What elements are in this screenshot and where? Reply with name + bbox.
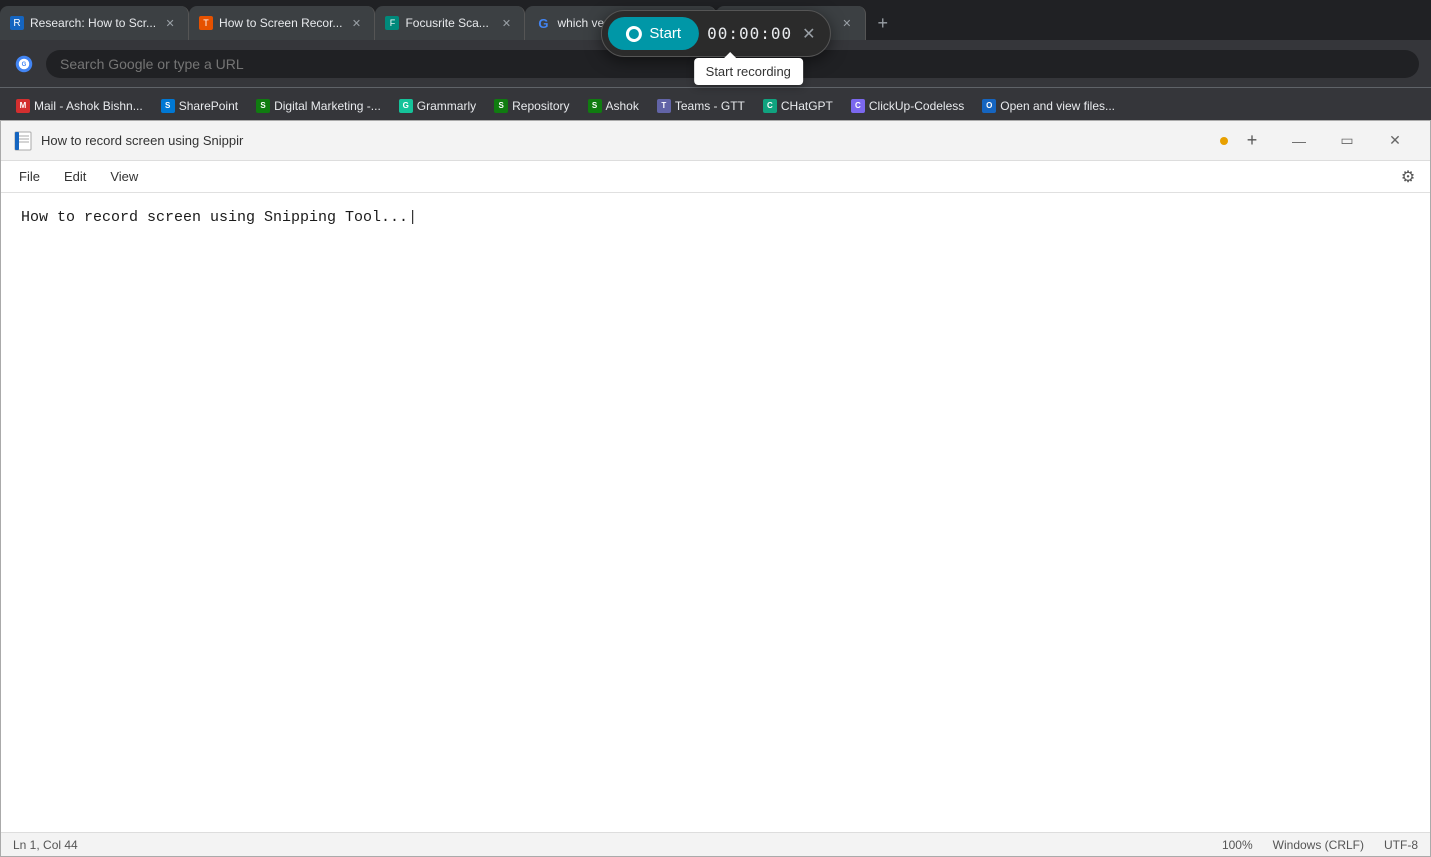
bookmark-grammarly[interactable]: G Grammarly [391, 95, 484, 117]
notepad-menu: File Edit View ⚙ [1, 161, 1430, 193]
tab-close-2[interactable]: ✕ [348, 15, 364, 31]
window-controls: — ▭ ✕ [1276, 125, 1418, 157]
notepad-add-tab-button[interactable]: + [1236, 125, 1268, 157]
browser-window: R Research: How to Scr... ✕ T How to Scr… [0, 0, 1431, 857]
bookmark-icon-dm: S [256, 99, 270, 113]
bookmark-label-mail: Mail - Ashok Bishn... [34, 99, 143, 113]
bookmark-digital-marketing[interactable]: S Digital Marketing -... [248, 95, 389, 117]
notepad-app-icon [13, 131, 33, 151]
bookmark-label-ashok: Ashok [606, 99, 639, 113]
zoom-level: 100% [1222, 838, 1253, 852]
maximize-button[interactable]: ▭ [1324, 125, 1370, 157]
recording-timer: 00:00:00 [707, 24, 792, 43]
bookmark-label-repo: Repository [512, 99, 569, 113]
line-ending: Windows (CRLF) [1273, 838, 1364, 852]
start-label: Start [649, 25, 681, 42]
bookmark-teams[interactable]: T Teams - GTT [649, 95, 753, 117]
record-dot-icon [625, 26, 641, 42]
tab-favicon-2: T [199, 16, 213, 30]
settings-button[interactable]: ⚙ [1394, 163, 1422, 191]
notepad-titlebar: How to record screen using Snippir + — ▭… [1, 121, 1430, 161]
tab-favicon-3: F [385, 16, 399, 30]
start-recording-tooltip: Start recording [694, 58, 803, 85]
bookmarks-bar: M Mail - Ashok Bishn... S SharePoint S D… [0, 88, 1431, 124]
bookmark-icon-ashok: S [588, 99, 602, 113]
bookmark-clickup[interactable]: C ClickUp-Codeless [843, 95, 972, 117]
tab-title-2: How to Screen Recor... [219, 16, 342, 30]
bookmark-label-chatgpt: CHatGPT [781, 99, 833, 113]
minimize-button[interactable]: — [1276, 125, 1322, 157]
tab-research[interactable]: R Research: How to Scr... ✕ [0, 6, 189, 40]
bookmark-label-dm: Digital Marketing -... [274, 99, 381, 113]
cursor-position: Ln 1, Col 44 [13, 838, 78, 852]
tab-close-3[interactable]: ✕ [498, 15, 514, 31]
editor-area[interactable]: How to record screen using Snipping Tool… [1, 193, 1430, 832]
recording-toolbar: Start 00:00:00 ✕ [600, 10, 830, 57]
tab-focusrite[interactable]: F Focusrite Sca... ✕ [375, 6, 525, 40]
tab-title-3: Focusrite Sca... [405, 16, 492, 30]
menu-file[interactable]: File [9, 165, 50, 188]
bookmark-icon-clickup: C [851, 99, 865, 113]
notepad-title: How to record screen using Snippir [41, 133, 1208, 148]
notepad-window: How to record screen using Snippir + — ▭… [0, 120, 1431, 857]
bookmark-icon-sharepoint: S [161, 99, 175, 113]
tooltip-text: Start recording [706, 64, 791, 79]
bookmark-label-clickup: ClickUp-Codeless [869, 99, 964, 113]
bookmark-icon-teams: T [657, 99, 671, 113]
tab-screen-record[interactable]: T How to Screen Recor... ✕ [189, 6, 375, 40]
bookmark-icon-chatgpt: C [763, 99, 777, 113]
menu-view[interactable]: View [100, 165, 148, 188]
unsaved-indicator [1220, 137, 1228, 145]
bookmark-sharepoint[interactable]: S SharePoint [153, 95, 246, 117]
start-recording-button[interactable]: Start [607, 17, 699, 50]
tab-close-5[interactable]: ✕ [839, 15, 855, 31]
recording-toolbar-close[interactable]: ✕ [800, 22, 817, 46]
tab-favicon-1: R [10, 16, 24, 30]
tab-favicon-4: G [535, 15, 551, 31]
bookmark-icon-grammarly: G [399, 99, 413, 113]
bookmark-label-files: Open and view files... [1000, 99, 1115, 113]
close-button[interactable]: ✕ [1372, 125, 1418, 157]
tab-close-1[interactable]: ✕ [162, 15, 178, 31]
tab-title-1: Research: How to Scr... [30, 16, 156, 30]
svg-text:G: G [22, 61, 27, 67]
status-bar: Ln 1, Col 44 100% Windows (CRLF) UTF-8 [1, 832, 1430, 856]
bookmark-label-sharepoint: SharePoint [179, 99, 238, 113]
bookmark-icon-files: O [982, 99, 996, 113]
bookmark-open-files[interactable]: O Open and view files... [974, 95, 1123, 117]
bookmark-label-teams: Teams - GTT [675, 99, 745, 113]
new-tab-button[interactable]: + [866, 6, 900, 40]
bookmark-label-grammarly: Grammarly [417, 99, 476, 113]
record-dot-inner [628, 29, 638, 39]
bookmark-icon-mail: M [16, 99, 30, 113]
bookmark-repository[interactable]: S Repository [486, 95, 577, 117]
menu-edit[interactable]: Edit [54, 165, 96, 188]
google-icon: G [12, 52, 36, 76]
bookmark-mail[interactable]: M Mail - Ashok Bishn... [8, 95, 151, 117]
encoding: UTF-8 [1384, 838, 1418, 852]
bookmark-ashok[interactable]: S Ashok [580, 95, 647, 117]
bookmark-icon-repo: S [494, 99, 508, 113]
bookmark-chatgpt[interactable]: C CHatGPT [755, 95, 841, 117]
editor-content: How to record screen using Snipping Tool… [21, 209, 417, 226]
